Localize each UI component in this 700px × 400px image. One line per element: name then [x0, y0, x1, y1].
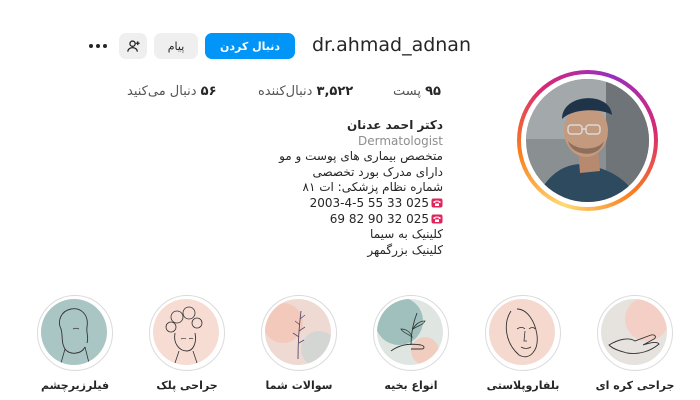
bio-phone-2: 69 82 90 32 025 [203, 212, 443, 228]
add-user-icon [126, 39, 140, 52]
profile-bio: دکتر احمد عدنان Dermatologist متخصص بیما… [203, 118, 443, 258]
highlight-label: بلفاروپلاستی [486, 379, 560, 392]
highlight-label: فیلرزیرچشم [40, 379, 110, 392]
profile-username: dr.ahmad_adnan [312, 34, 471, 56]
telephone-icon [431, 214, 443, 224]
flower-head-line-art-icon [153, 299, 219, 365]
woman-profile-line-art-icon [41, 299, 107, 365]
followers-label: دنبال‌کننده [258, 84, 313, 99]
following-value: ۵۶ [200, 84, 217, 99]
hand-line-art-icon [601, 299, 667, 365]
highlight-item[interactable]: فیلرزیرچشم [37, 295, 113, 395]
highlight-item[interactable]: بلفاروپلاستی [485, 295, 561, 395]
suggest-users-button[interactable] [119, 33, 147, 59]
following-label: دنبال می‌کنید [127, 84, 197, 99]
posts-label: پست [393, 84, 421, 99]
highlight-item[interactable]: جراحی کره ای [596, 295, 674, 395]
posts-count: ۹۵ پست [393, 84, 441, 99]
bio-clinic-1: کلینیک به سیما [370, 227, 443, 242]
profile-avatar[interactable] [517, 70, 658, 211]
message-button[interactable]: پیام [154, 33, 198, 59]
phone-number-1: 2003-4-5 55 33 025 [309, 195, 429, 210]
following-count[interactable]: ۵۶ دنبال می‌کنید [127, 84, 217, 99]
highlight-label: جراحی کره ای [595, 379, 675, 392]
bio-full-name: دکتر احمد عدنان [347, 118, 443, 132]
highlight-item[interactable]: انواع بخیه [373, 295, 449, 395]
posts-value: ۹۵ [425, 84, 441, 99]
hand-flower-line-art-icon [377, 299, 443, 365]
highlight-item[interactable]: جراحی پلک [149, 295, 225, 395]
more-options-icon[interactable] [88, 36, 108, 56]
highlight-item[interactable]: سوالات شما [261, 295, 337, 395]
bio-clinic-2: کلینیک بزرگمهر [367, 242, 443, 257]
followers-count[interactable]: ۳,۵۲۲ دنبال‌کننده [258, 84, 353, 99]
face-line-art-icon [489, 299, 555, 365]
highlight-label: سوالات شما [265, 379, 333, 392]
telephone-icon [431, 198, 443, 208]
bio-phone-1: 2003-4-5 55 33 025 [203, 196, 443, 212]
phone-number-2: 69 82 90 32 025 [329, 211, 429, 226]
bio-line-specialty: متخصص بیماری های پوست و مو [279, 149, 443, 164]
highlight-label: انواع بخیه [384, 379, 438, 392]
bio-line-license: شماره نظام پزشکی: ات ۸۱ [302, 180, 443, 195]
bio-line-board: دارای مدرک بورد تخصصی [312, 164, 443, 179]
followers-value: ۳,۵۲۲ [316, 84, 354, 99]
flower-line-art-icon [265, 299, 331, 365]
follow-button[interactable]: دنبال کردن [205, 33, 295, 59]
highlight-label: جراحی پلک [156, 379, 218, 392]
bio-category: Dermatologist [357, 133, 443, 148]
avatar-photo [526, 79, 649, 202]
